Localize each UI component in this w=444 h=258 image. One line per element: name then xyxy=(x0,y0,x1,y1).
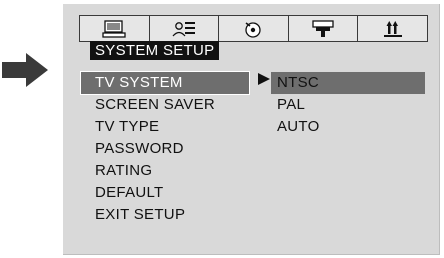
setup-panel: SYSTEM SETUP TV SYSTEM SCREEN SAVER TV T… xyxy=(63,4,440,255)
option-auto[interactable]: AUTO xyxy=(271,116,425,138)
option-ntsc[interactable]: NTSC xyxy=(271,72,425,94)
menu-item-exit-setup[interactable]: EXIT SETUP xyxy=(81,204,249,226)
tab-system[interactable] xyxy=(80,16,150,41)
menu-indicator-arrow-icon xyxy=(2,53,48,87)
speaker-list-icon xyxy=(172,21,195,36)
setup-tab-bar xyxy=(79,15,428,42)
menu-item-rating[interactable]: RATING xyxy=(81,160,249,182)
submenu-pointer-icon xyxy=(258,73,270,85)
tab-audio[interactable] xyxy=(219,16,289,41)
menu-item-password[interactable]: PASSWORD xyxy=(81,138,249,160)
tv-system-options: NTSC PAL AUTO xyxy=(271,72,425,138)
disc-icon xyxy=(245,21,262,38)
projector-icon xyxy=(312,19,334,37)
monitor-icon xyxy=(102,19,126,38)
page-title: SYSTEM SETUP xyxy=(90,41,220,60)
audio-levels-icon xyxy=(383,20,402,37)
tab-video[interactable] xyxy=(288,16,359,41)
menu-item-default[interactable]: DEFAULT xyxy=(81,182,249,204)
tab-preference[interactable] xyxy=(358,16,427,41)
menu-item-tv-system[interactable]: TV SYSTEM xyxy=(80,71,250,95)
system-setup-menu: TV SYSTEM SCREEN SAVER TV TYPE PASSWORD … xyxy=(80,71,250,226)
option-pal[interactable]: PAL xyxy=(271,94,425,116)
tab-language[interactable] xyxy=(149,16,220,41)
menu-item-tv-type[interactable]: TV TYPE xyxy=(81,116,249,138)
menu-item-screen-saver[interactable]: SCREEN SAVER xyxy=(81,94,249,116)
